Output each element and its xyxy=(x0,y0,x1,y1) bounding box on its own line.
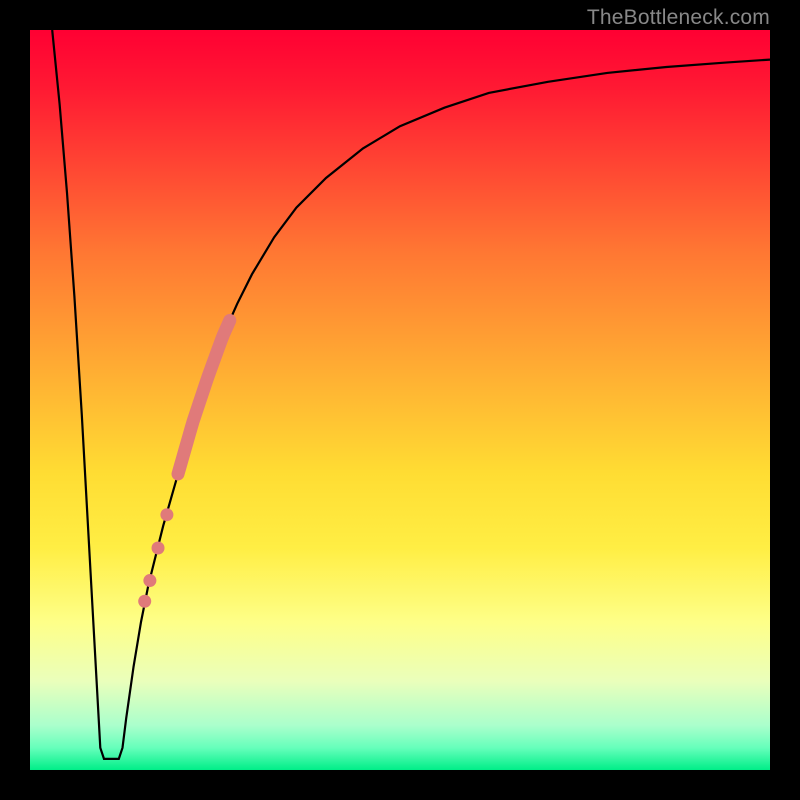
chart-svg xyxy=(30,30,770,770)
watermark-text: TheBottleneck.com xyxy=(587,6,770,30)
highlight-dot xyxy=(138,595,151,608)
highlight-segment xyxy=(178,320,230,474)
plot-area xyxy=(30,30,770,770)
bottleneck-curve xyxy=(52,30,770,759)
highlight-dot xyxy=(152,542,165,555)
highlight-dot xyxy=(160,508,173,521)
chart-frame: TheBottleneck.com xyxy=(0,0,800,800)
highlight-dot xyxy=(143,574,156,587)
